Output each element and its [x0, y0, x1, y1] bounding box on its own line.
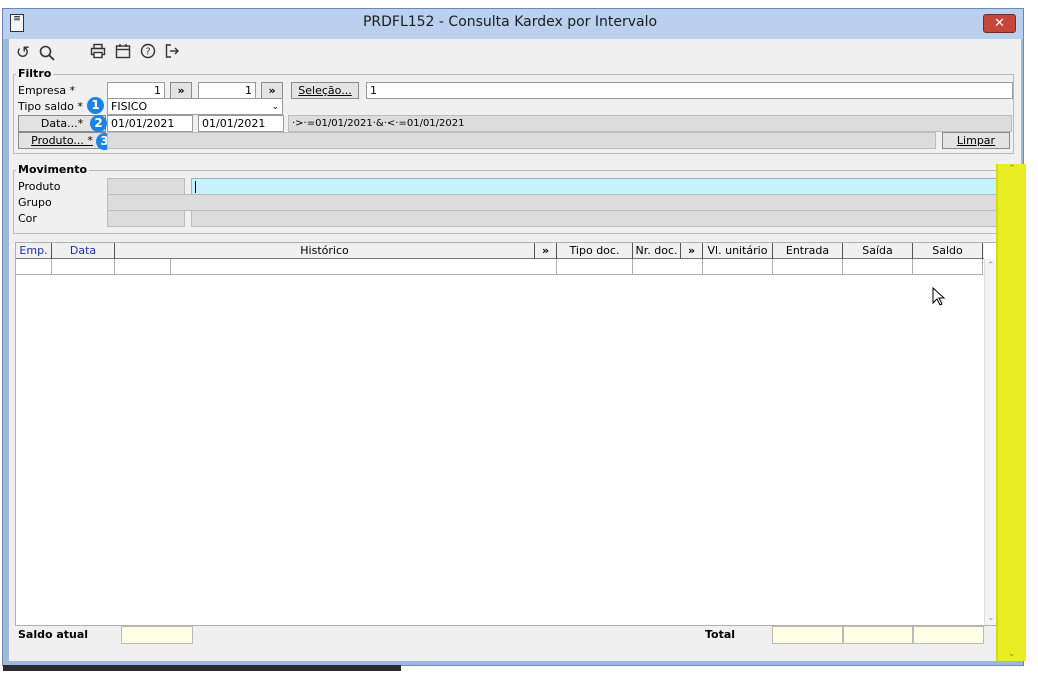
total-saida-field: [843, 626, 913, 644]
chevron-down-icon[interactable]: ⌄: [271, 100, 279, 114]
selecao-input[interactable]: 1: [366, 82, 1013, 99]
produto-button[interactable]: Produto... *: [18, 132, 106, 149]
produto-filter-field: [107, 132, 936, 149]
mov-grupo-field: [107, 194, 998, 211]
selecao-button[interactable]: Seleção...: [291, 82, 359, 99]
col-saldo[interactable]: Saldo: [913, 243, 983, 260]
saldo-atual-label: Saldo atual: [18, 628, 89, 641]
grid-vertical-scrollbar[interactable]: ⌃ ⌄: [984, 259, 996, 625]
total-saldo-field: [913, 626, 984, 644]
undo-icon[interactable]: ↺: [13, 43, 33, 63]
outer-scroll-up-icon[interactable]: ⌃: [1008, 164, 1016, 174]
grid-cell[interactable]: [773, 259, 843, 275]
col-historico-more[interactable]: »: [535, 243, 557, 260]
col-nr-doc[interactable]: Nr. doc.: [633, 243, 681, 260]
mov-cor-label: Cor: [18, 212, 37, 225]
scroll-up-icon[interactable]: ⌃: [987, 261, 995, 271]
grid-cell[interactable]: [633, 259, 703, 275]
scroll-down-icon[interactable]: ⌄: [987, 613, 995, 623]
grid-cell[interactable]: [16, 259, 52, 275]
grid-cell[interactable]: [52, 259, 115, 275]
tipo-saldo-value: FISICO: [111, 100, 148, 113]
svg-text:?: ?: [145, 47, 150, 58]
annotation-badge-2: 2: [90, 115, 107, 132]
mov-grupo-label: Grupo: [18, 196, 52, 209]
total-entrada-field: [772, 626, 843, 644]
outer-scroll-down-icon[interactable]: ⌄: [1008, 649, 1016, 659]
calendar-icon[interactable]: [113, 43, 133, 64]
grid-cell[interactable]: [843, 259, 913, 275]
annotation-badge-1: 1: [87, 97, 104, 114]
close-button[interactable]: ✕: [983, 14, 1016, 33]
window-title: PRDFL152 - Consulta Kardex por Intervalo: [362, 14, 658, 30]
mov-produto-description-input[interactable]: [191, 178, 998, 195]
empresa-label: Empresa *: [18, 84, 76, 97]
filtro-group-label: Filtro: [16, 67, 54, 80]
col-saida[interactable]: Saída: [843, 243, 913, 260]
print-icon[interactable]: [88, 43, 108, 64]
tipo-saldo-select[interactable]: FISICO ⌄: [107, 98, 283, 115]
exit-icon[interactable]: [162, 43, 182, 64]
mouse-pointer-icon: [932, 286, 946, 310]
grid-cell[interactable]: [703, 259, 773, 275]
empresa-to-input[interactable]: 1: [198, 82, 256, 99]
kardex-grid[interactable]: [15, 242, 997, 626]
data-from-input[interactable]: 01/01/2021: [107, 115, 193, 132]
mov-cor-description-field: [191, 210, 998, 227]
col-entrada[interactable]: Entrada: [773, 243, 843, 260]
search-icon[interactable]: [37, 45, 57, 65]
tipo-saldo-label: Tipo saldo *: [18, 100, 83, 113]
help-icon[interactable]: ?: [138, 43, 158, 64]
empresa-from-more-button[interactable]: »: [170, 82, 192, 99]
col-vl-unitario[interactable]: Vl. unitário: [703, 243, 773, 260]
mov-cor-code-field: [107, 210, 185, 227]
grid-cell[interactable]: [171, 259, 557, 275]
empresa-from-input[interactable]: 1: [107, 82, 165, 99]
limpar-button[interactable]: Limpar: [942, 132, 1010, 149]
total-label: Total: [705, 628, 736, 641]
col-historico[interactable]: Histórico: [115, 243, 535, 260]
movimento-group-label: Movimento: [16, 163, 90, 176]
saldo-atual-field: [121, 626, 193, 644]
empresa-to-more-button[interactable]: »: [261, 82, 283, 99]
grid-cell[interactable]: [913, 259, 983, 275]
col-tipo-doc[interactable]: Tipo doc.: [557, 243, 633, 260]
col-data[interactable]: Data: [52, 243, 115, 260]
taskbar-shadow: [3, 665, 401, 671]
data-to-input[interactable]: 01/01/2021: [198, 115, 284, 132]
mov-produto-label: Produto: [18, 180, 61, 193]
grid-cell[interactable]: [115, 259, 171, 275]
grid-cell[interactable]: [557, 259, 633, 275]
mov-produto-code-field: [107, 178, 185, 195]
text-cursor: [195, 181, 196, 193]
data-expression-field: ·>·=01/01/2021·&·<·=01/01/2021: [288, 115, 1012, 132]
yellow-highlight-annotation: ⌃ ⌄: [996, 164, 1026, 661]
col-emp[interactable]: Emp.: [16, 243, 52, 260]
col-nr-doc-more[interactable]: »: [681, 243, 703, 260]
